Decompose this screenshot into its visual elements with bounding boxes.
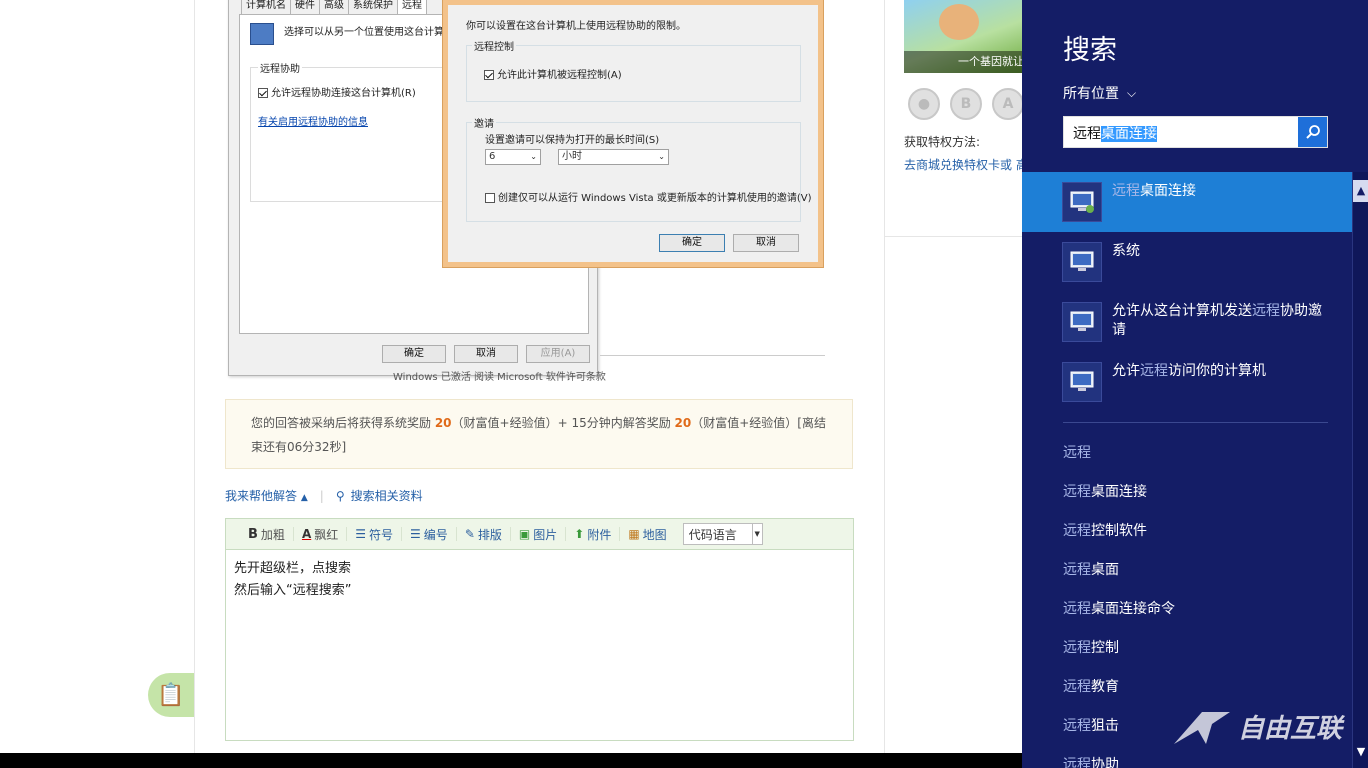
help-answer-link[interactable]: 我来帮他解答 ▲ — [225, 487, 308, 504]
attach-button[interactable]: ⬆ 附件 — [566, 527, 621, 542]
upload-icon: ⬆ — [574, 527, 585, 541]
scope-dropdown[interactable]: 所有位置 ⌵ — [1063, 83, 1136, 103]
time-value-select: 6 ⌄ — [485, 149, 541, 165]
bullet-list-icon: ☰ — [355, 527, 367, 541]
number-button[interactable]: ☰ 编号 — [402, 527, 457, 542]
result-send-invitation[interactable]: 允许从这台计算机发送远程协助邀请 — [1022, 292, 1352, 352]
search-related-link[interactable]: 搜索相关资料 — [351, 487, 423, 504]
activation-caption: Windows 已激活 阅读 Microsoft 软件许可条款 — [393, 372, 606, 383]
map-button[interactable]: ▦ 地图 — [620, 527, 674, 542]
fg-ok-button: 确定 — [659, 234, 725, 252]
answer-screenshot: 计算机名 硬件 高级 系统保护 远程 选择可以从另一个位置使用这台计算机的 远程… — [225, 0, 825, 384]
result-allow-remote-access[interactable]: 允许远程访问你的计算机 — [1022, 352, 1352, 412]
system-icon — [1062, 242, 1102, 282]
search-charm: 搜索 所有位置 ⌵ 远程桌面连接 远程桌面连接 系统 允许从这台计算机发送远程协助… — [1022, 0, 1368, 768]
editor-line-2: 然后输入“远程搜索” — [234, 583, 352, 598]
image-icon: ▣ — [518, 527, 531, 541]
answer-editor: B 加粗 A 飘红 ☰ 符号 ☰ 编号 ✎ 排版 ▣ 图片 ⬆ 附件 ▦ 地图 代码语言 ▼ 先开… — [225, 518, 854, 741]
watermark: 自由互联 — [1172, 706, 1342, 746]
suggestion-item[interactable]: 远程协助 — [1063, 754, 1119, 768]
privilege-a-icon: A — [992, 88, 1024, 120]
system-icon — [1062, 302, 1102, 342]
vista-invitation-label: 创建仅可以从运行 Windows Vista 或更新版本的计算机使用的邀请(V) — [498, 193, 812, 204]
tab-hardware: 硬件 — [290, 0, 320, 14]
banner-image[interactable]: 一个基因就让 — [904, 0, 1022, 73]
time-unit-select: 小时 ⌄ — [558, 149, 669, 165]
privilege-avatar-icon: ● — [908, 88, 940, 120]
scroll-up-icon[interactable]: ▲ — [1353, 180, 1368, 202]
tab-advanced: 高级 — [319, 0, 349, 14]
remote-assistance-label: 远程协助 — [258, 60, 302, 75]
editor-content[interactable]: 先开超级栏，点搜索 然后输入“远程搜索” — [226, 550, 853, 610]
suggestion-item[interactable]: 远程桌面 — [1063, 559, 1119, 579]
tab-system-protection: 系统保护 — [348, 0, 398, 14]
chevron-down-icon: ⌵ — [1127, 85, 1137, 100]
remote-desktop-icon — [1062, 182, 1102, 222]
search-button[interactable] — [1298, 117, 1327, 147]
result-remote-desktop[interactable]: 远程桌面连接 — [1022, 172, 1352, 232]
allow-remote-control-label: 允许此计算机被远程控制(A) — [497, 70, 622, 81]
allow-remote-assistance-label: 允许远程协助连接这台计算机(R) — [271, 88, 416, 99]
magic-wand-icon: ✎ — [464, 527, 475, 541]
system-icon — [1062, 362, 1102, 402]
banner-caption: 一个基因就让 — [904, 51, 1022, 73]
remote-assistance-info-link: 有关启用远程协助的信息 — [258, 117, 368, 128]
reward-value-1: 20 — [434, 416, 452, 430]
editor-toolbar: B 加粗 A 飘红 ☰ 符号 ☰ 编号 ✎ 排版 ▣ 图片 ⬆ 附件 ▦ 地图 代码语言 ▼ — [226, 519, 853, 550]
results-scrollbar[interactable]: ▲ ▼ — [1352, 172, 1368, 768]
privilege-label: 获取特权方法: — [904, 135, 981, 149]
text-color-icon: A — [301, 527, 312, 541]
dropdown-arrow-icon: ▼ — [751, 524, 762, 544]
symbol-button[interactable]: ☰ 符号 — [347, 527, 403, 542]
suggestion-item[interactable]: 远程控制软件 — [1063, 520, 1147, 540]
bold-icon: B — [248, 526, 258, 542]
bg-apply-button: 应用(A) — [526, 345, 590, 363]
layout-button[interactable]: ✎ 排版 — [457, 527, 511, 542]
editor-line-1: 先开超级栏，点搜索 — [234, 561, 352, 576]
bg-cancel-button: 取消 — [454, 345, 518, 363]
suggestion-item[interactable]: 远程教育 — [1063, 676, 1119, 696]
search-icon — [1305, 125, 1320, 139]
suggestion-item[interactable]: 远程桌面连接命令 — [1063, 598, 1175, 618]
remote-desc: 选择可以从另一个位置使用这台计算机的 — [284, 27, 464, 38]
image-button[interactable]: ▣ 图片 — [511, 527, 567, 542]
tab-computer-name: 计算机名 — [241, 0, 291, 14]
tab-remote: 远程 — [397, 0, 427, 14]
search-input[interactable]: 远程桌面连接 — [1063, 116, 1328, 148]
remote-assistance-settings-window: 你可以设置在这台计算机上使用远程协助的限制。 远程控制 允许此计算机被远程控制(… — [442, 0, 824, 268]
numbered-list-icon: ☰ — [410, 527, 421, 541]
results-divider — [1063, 422, 1328, 423]
remote-computer-icon — [250, 23, 274, 45]
help-row: 我来帮他解答 ▲ | ⚲ 搜索相关资料 — [225, 487, 423, 504]
result-system[interactable]: 系统 — [1022, 232, 1352, 292]
suggestion-item[interactable]: 远程控制 — [1063, 637, 1119, 657]
remote-control-label: 远程控制 — [472, 38, 516, 53]
privilege-link[interactable]: 去商城兑换特权卡或 高 — [904, 156, 1028, 173]
bold-button[interactable]: B 加粗 — [240, 526, 294, 542]
allow-remote-assistance-checkbox — [258, 88, 268, 98]
search-title: 搜索 — [1063, 35, 1117, 66]
search-icon: ⚲ — [335, 488, 345, 503]
notepad-float-button[interactable]: 📋 — [148, 673, 194, 717]
reward-value-2: 20 — [674, 416, 692, 430]
privilege-b-icon: B — [950, 88, 982, 120]
red-button[interactable]: A 飘红 — [294, 527, 348, 542]
scroll-down-icon[interactable]: ▼ — [1353, 742, 1368, 762]
suggestion-item[interactable]: 远程桌面连接 — [1063, 481, 1147, 501]
suggestion-item[interactable]: 远程 — [1063, 442, 1091, 462]
notepad-icon: 📋 — [157, 682, 185, 708]
invitation-time-label: 设置邀请可以保持为打开的最长时间(S) — [485, 135, 660, 146]
bg-ok-button: 确定 — [382, 345, 446, 363]
system-properties-tabs: 计算机名 硬件 高级 系统保护 远程 — [241, 0, 427, 14]
code-language-select[interactable]: 代码语言 ▼ — [682, 523, 763, 545]
map-icon: ▦ — [628, 527, 640, 541]
suggestion-item[interactable]: 远程狙击 — [1063, 715, 1119, 735]
fg-cancel-button: 取消 — [733, 234, 799, 252]
allow-remote-control-checkbox — [484, 70, 494, 80]
reward-notice: 您的回答被采纳后将获得系统奖励 20（财富值+经验值）+ 15分钟内解答奖励 2… — [225, 399, 853, 469]
watermark-logo-icon — [1174, 712, 1230, 744]
invitation-label: 邀请 — [472, 115, 496, 130]
fg-intro: 你可以设置在这台计算机上使用远程协助的限制。 — [466, 21, 686, 32]
vista-invitation-checkbox — [485, 193, 495, 203]
